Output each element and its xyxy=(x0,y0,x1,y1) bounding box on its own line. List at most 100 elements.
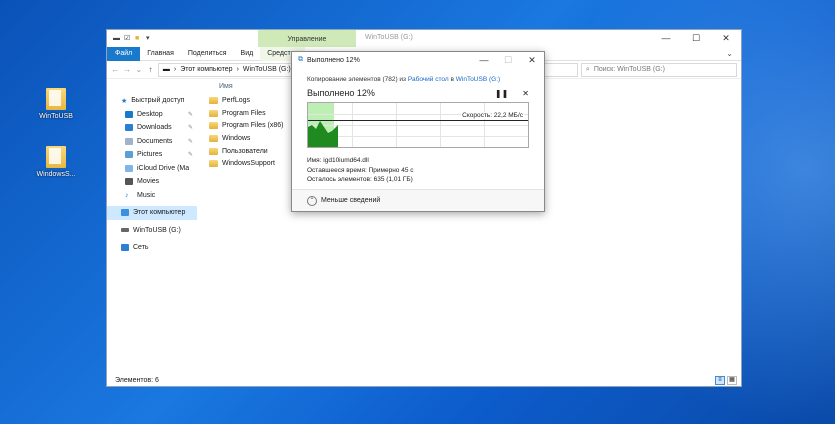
less-details-button[interactable]: ⌃ Меньше сведений xyxy=(292,189,544,211)
destination-link[interactable]: WinToUSB (G:) xyxy=(456,76,500,83)
copy-prefix: Копирование элементов (782) из xyxy=(307,76,407,83)
detail-label: Осталось элементов: xyxy=(307,176,372,183)
document-icon xyxy=(46,88,66,110)
nav-drive[interactable]: WinToUSB (G:) xyxy=(107,224,197,238)
details-view-icon[interactable]: ≡ xyxy=(715,375,725,385)
tab-manage[interactable]: Управление xyxy=(258,30,356,47)
back-arrow-icon[interactable]: ← xyxy=(111,65,120,74)
breadcrumb-drive[interactable]: WinToUSB (G:) xyxy=(243,66,291,73)
progress-buttons: ❚❚ ✕ xyxy=(495,89,529,98)
nav-label: Сеть xyxy=(133,244,149,252)
movies-icon xyxy=(125,178,133,186)
file-name: Program Files xyxy=(222,109,266,117)
dialog-controls: — ☐ ✕ xyxy=(472,52,544,68)
desktop-icon-windowss[interactable]: WindowsS... xyxy=(30,146,82,178)
recent-dropdown-icon[interactable]: ⌄ xyxy=(134,65,143,74)
cloud-icon xyxy=(125,164,133,172)
properties-icon[interactable]: ☑ xyxy=(124,35,131,42)
nav-label: Downloads xyxy=(137,124,172,132)
network-icon xyxy=(121,244,129,252)
file-name: PerfLogs xyxy=(222,96,251,104)
folder-icon xyxy=(209,96,218,104)
folder-icon xyxy=(209,147,218,155)
nav-item-movies[interactable]: Movies xyxy=(107,175,197,189)
nav-item-desktop[interactable]: Desktop ✎ xyxy=(107,108,197,122)
up-arrow-icon[interactable]: ↑ xyxy=(146,65,155,74)
drive-icon: ▬ xyxy=(162,66,170,73)
desktop-icon-wintousb[interactable]: WinToUSB xyxy=(30,88,82,120)
pin-icon: ✎ xyxy=(187,125,193,132)
chevron-right-icon: › xyxy=(173,66,177,73)
ribbon-expand-icon[interactable]: ⌄ xyxy=(726,49,741,58)
customize-qat-icon[interactable]: ▾ xyxy=(146,35,153,42)
detail-remaining-row: Осталось элементов: 635 (1,01 ГБ) xyxy=(307,175,544,185)
detail-time-row: Оставшееся время: Примерно 45 с xyxy=(307,166,544,176)
nav-item-downloads[interactable]: Downloads ✎ xyxy=(107,121,197,135)
pictures-icon xyxy=(125,151,133,159)
dialog-minimize-button[interactable]: — xyxy=(472,52,496,68)
quick-access-toolbar: ▬ ☑ ■ ▾ xyxy=(107,35,153,42)
detail-value: Примерно 45 с xyxy=(368,166,414,174)
tab-home[interactable]: Главная xyxy=(140,47,181,61)
dialog-title: Выполнено 12% xyxy=(307,56,360,64)
tab-view[interactable]: Вид xyxy=(234,47,261,61)
maximize-button[interactable]: ☐ xyxy=(681,30,711,47)
breadcrumb-this-pc[interactable]: Этот компьютер xyxy=(180,66,232,73)
explorer-titlebar: ▬ ☑ ■ ▾ Управление WinToUSB (G:) — ☐ ✕ xyxy=(107,30,741,47)
status-bar: Элементов: 6 ≡ ▦ xyxy=(107,374,741,386)
drive-icon xyxy=(121,228,129,233)
copy-progress-dialog: ⧉ Выполнено 12% — ☐ ✕ Копирование элемен… xyxy=(291,51,545,212)
file-name: Program Files (x86) xyxy=(222,122,284,130)
tab-share[interactable]: Поделиться xyxy=(181,47,234,61)
dialog-maximize-button: ☐ xyxy=(503,55,513,65)
source-link[interactable]: Рабочий стол xyxy=(408,76,449,83)
navigation-pane: ★ Быстрый доступ Desktop ✎ Downloads ✎ D… xyxy=(107,80,197,374)
new-folder-icon[interactable]: ■ xyxy=(135,35,142,42)
large-icons-view-icon[interactable]: ▦ xyxy=(727,375,737,385)
copy-icon: ⧉ xyxy=(298,56,303,63)
nav-item-pictures[interactable]: Pictures ✎ xyxy=(107,148,197,162)
chevron-up-icon: ⌃ xyxy=(307,195,317,206)
computer-icon xyxy=(121,209,129,217)
pin-icon: ✎ xyxy=(187,111,193,118)
nav-quick-access[interactable]: ★ Быстрый доступ xyxy=(107,94,197,108)
copy-details: Имя: igd10iumd64.dll Оставшееся время: П… xyxy=(292,148,544,185)
nav-label: iCloud Drive (Ma xyxy=(137,164,190,172)
folder-icon xyxy=(209,134,218,142)
forward-arrow-icon[interactable]: → xyxy=(123,65,132,74)
pause-button[interactable]: ❚❚ xyxy=(495,89,508,98)
search-input[interactable]: ⌕ Поиск: WinToUSB (G:) xyxy=(580,62,737,77)
view-toggle: ≡ ▦ xyxy=(715,375,741,385)
nav-network[interactable]: Сеть xyxy=(107,241,197,255)
desktop-icon-label: WinToUSB xyxy=(39,113,73,120)
speed-history-area xyxy=(308,121,338,147)
dialog-close-button[interactable]: ✕ xyxy=(520,52,544,68)
desktop-icon-label: WindowsS... xyxy=(36,171,76,178)
close-button[interactable]: ✕ xyxy=(711,30,741,47)
file-name: Пользователи xyxy=(222,147,268,155)
speed-graph: Скорость: 22,2 МБ/с xyxy=(307,102,529,148)
copy-mid: в xyxy=(450,76,454,83)
tab-file[interactable]: Файл xyxy=(107,46,141,61)
pin-icon: ✎ xyxy=(187,138,193,145)
folder-icon xyxy=(209,109,218,117)
minimize-button[interactable]: — xyxy=(651,30,681,47)
window-controls: — ☐ ✕ xyxy=(651,30,741,47)
detail-name-row: Имя: igd10iumd64.dll xyxy=(307,156,544,166)
cancel-copy-button[interactable]: ✕ xyxy=(522,89,529,98)
file-name: Windows xyxy=(222,134,251,142)
nav-label: Pictures xyxy=(137,151,163,159)
desktop-icon xyxy=(125,110,133,118)
nav-this-pc[interactable]: Этот компьютер xyxy=(107,206,197,220)
current-speed-line xyxy=(308,120,528,121)
nav-label: Movies xyxy=(137,178,160,186)
nav-item-music[interactable]: ♪ Music xyxy=(107,189,197,203)
nav-item-icloud[interactable]: iCloud Drive (Ma xyxy=(107,162,197,176)
detail-label: Оставшееся время: xyxy=(307,166,367,174)
folder-icon xyxy=(209,122,218,130)
detail-value: igd10iumd64.dll xyxy=(323,157,369,164)
window-title: WinToUSB (G:) xyxy=(365,34,413,41)
search-placeholder: Поиск: WinToUSB (G:) xyxy=(593,66,665,73)
speed-label: Скорость: 22,2 МБ/с xyxy=(461,112,524,119)
nav-item-documents[interactable]: Documents ✎ xyxy=(107,135,197,149)
